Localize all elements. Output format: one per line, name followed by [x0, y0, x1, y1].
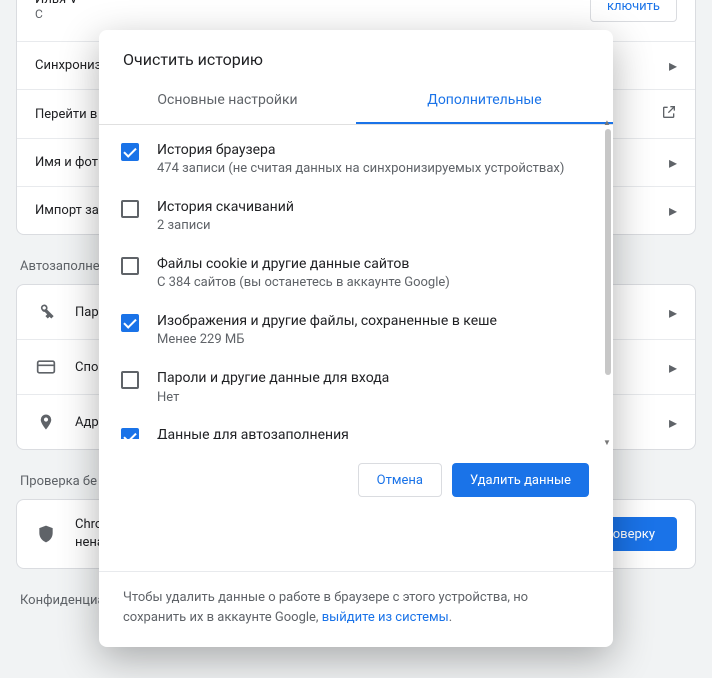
checkbox-row: Файлы cookie и другие данные сайтов С 384…	[111, 245, 593, 302]
clear-history-dialog: Очистить историю Основные настройки Допо…	[99, 30, 613, 647]
checkbox-subtitle: 2 записи	[157, 218, 589, 235]
dialog-footer-note: Чтобы удалить данные о работе в браузере…	[99, 571, 613, 647]
checkbox-title: Изображения и другие файлы, сохраненные …	[157, 312, 589, 330]
checkbox[interactable]	[121, 257, 139, 275]
checkbox[interactable]	[121, 314, 139, 332]
sign-out-link[interactable]: выйдите из системы	[322, 610, 449, 625]
tab-advanced[interactable]: Дополнительные	[356, 77, 613, 124]
checkbox-subtitle: 474 записи (не считая данных на синхрони…	[157, 161, 589, 178]
checkbox[interactable]	[121, 428, 139, 439]
tab-basic[interactable]: Основные настройки	[99, 77, 356, 124]
scroll-down-icon[interactable]: ▼	[602, 437, 612, 447]
checkbox[interactable]	[121, 143, 139, 161]
checkbox-title: Пароли и другие данные для входа	[157, 369, 589, 387]
checkbox-row: Пароли и другие данные для входа Нет	[111, 359, 593, 416]
scrollbar-thumb[interactable]	[605, 129, 611, 375]
checkbox-list: История браузера 474 записи (не считая да…	[99, 125, 613, 439]
cancel-button[interactable]: Отмена	[358, 463, 442, 497]
checkbox-subtitle: С 384 сайтов (вы останетесь в аккаунте G…	[157, 275, 589, 292]
checkbox-subtitle: Менее 229 МБ	[157, 332, 589, 349]
checkbox[interactable]	[121, 200, 139, 218]
checkbox-title: Файлы cookie и другие данные сайтов	[157, 255, 589, 273]
checkbox[interactable]	[121, 371, 139, 389]
dialog-tabs: Основные настройки Дополнительные	[99, 77, 613, 125]
dialog-title: Очистить историю	[99, 30, 613, 77]
checkbox-title: Данные для автозаполнения	[157, 426, 589, 439]
checkbox-row: Данные для автозаполнения12 вариантов (д…	[111, 416, 593, 439]
checkbox-subtitle: Нет	[157, 390, 589, 407]
checkbox-row: История скачиваний 2 записи	[111, 188, 593, 245]
checkbox-title: История скачиваний	[157, 198, 589, 216]
scroll-up-icon[interactable]: ▲	[602, 117, 612, 127]
checkbox-row: Изображения и другие файлы, сохраненные …	[111, 302, 593, 359]
checkbox-row: История браузера 474 записи (не считая да…	[111, 131, 593, 188]
clear-data-button[interactable]: Удалить данные	[452, 463, 589, 497]
checkbox-title: История браузера	[157, 141, 589, 159]
